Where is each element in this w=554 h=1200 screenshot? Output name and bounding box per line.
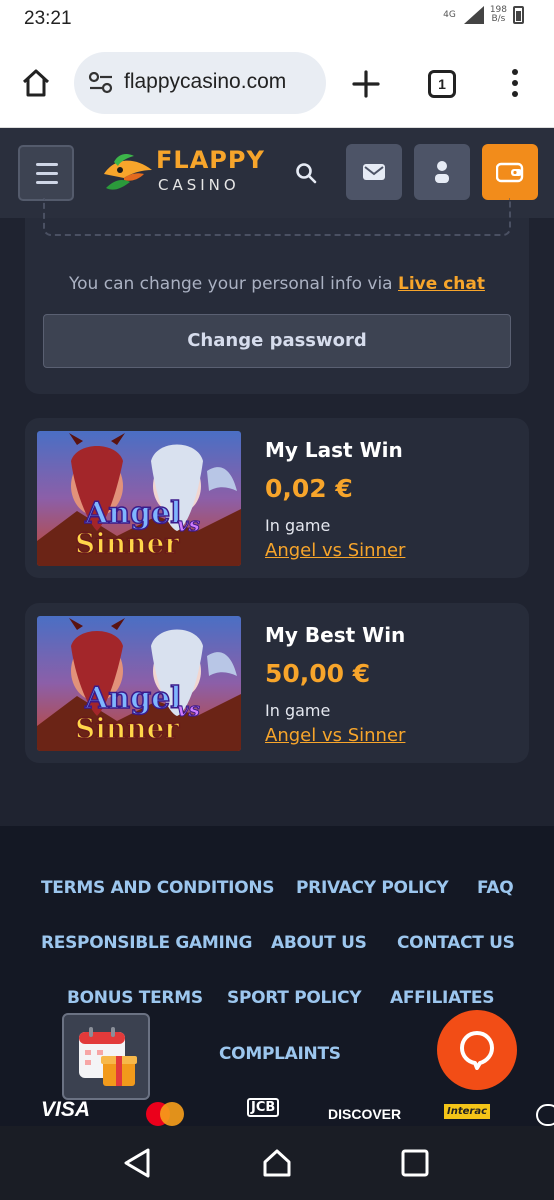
browser-toolbar: flappycasino.com 1	[0, 40, 554, 128]
game-thumbnail[interactable]: Angel vs Sinner	[37, 431, 241, 566]
thumb-title-sinner: Sinner	[75, 712, 180, 745]
profile-button[interactable]	[414, 144, 470, 200]
signal-icon	[462, 6, 484, 24]
win-title: My Last Win	[265, 438, 403, 462]
recents-icon[interactable]	[401, 1149, 429, 1177]
logo-subtitle: CASINO	[158, 176, 240, 194]
home-icon[interactable]	[20, 67, 52, 99]
interac-logo: Interac	[444, 1104, 491, 1119]
speed-unit: B/s	[491, 14, 506, 24]
support-chat-button[interactable]	[437, 1010, 517, 1090]
diners-club-logo	[536, 1104, 554, 1126]
user-icon	[435, 161, 449, 183]
mastercard-logo	[146, 1102, 186, 1126]
best-win-card: Angel vs Sinner My Best Win 50,00 € In g…	[25, 603, 529, 763]
footer-link-about[interactable]: ABOUT US	[271, 933, 367, 953]
casino-logo[interactable]: FLAPPY CASINO	[100, 146, 264, 202]
back-icon[interactable]	[122, 1147, 152, 1179]
mail-icon	[363, 164, 385, 180]
new-tab-icon[interactable]	[350, 68, 382, 100]
toucan-logo-icon	[104, 154, 152, 190]
footer-link-contact[interactable]: CONTACT US	[397, 933, 515, 953]
visa-logo: VISA	[41, 1098, 91, 1121]
win-amount: 50,00 €	[265, 659, 371, 688]
chat-bubble-icon	[460, 1031, 494, 1070]
url-bar[interactable]: flappycasino.com	[74, 52, 326, 114]
footer-link-affiliates[interactable]: AFFILIATES	[390, 988, 494, 1008]
win-amount: 0,02 €	[265, 474, 353, 503]
url-text: flappycasino.com	[124, 70, 287, 93]
angel-vs-sinner-art: Angel vs Sinner	[37, 431, 241, 566]
footer-link-sport-policy[interactable]: SPORT POLICY	[227, 988, 362, 1008]
info-field	[43, 198, 511, 236]
site-settings-icon[interactable]	[88, 72, 114, 94]
logo-title: FLAPPY	[156, 146, 265, 174]
footer-link-complaints[interactable]: COMPLAINTS	[219, 1044, 341, 1064]
tab-count: 1	[438, 76, 446, 92]
game-link[interactable]: Angel vs Sinner	[265, 540, 405, 561]
footer-link-faq[interactable]: FAQ	[477, 878, 514, 898]
bonus-calendar-button[interactable]	[62, 1013, 150, 1100]
site-footer: TERMS AND CONDITIONS PRIVACY POLICY FAQ …	[0, 826, 554, 1126]
network-label: 4G	[443, 10, 456, 20]
footer-link-terms[interactable]: TERMS AND CONDITIONS	[41, 878, 275, 898]
home-nav-icon[interactable]	[262, 1148, 292, 1178]
overflow-menu-icon[interactable]	[512, 69, 520, 97]
footer-link-responsible-gaming[interactable]: RESPONSIBLE GAMING	[41, 933, 252, 953]
last-win-card: Angel vs Sinner My Last Win 0,02 € In ga…	[25, 418, 529, 578]
thumb-title-sinner: Sinner	[75, 527, 180, 560]
angel-vs-sinner-art: Angel vs Sinner	[37, 616, 241, 751]
gift-calendar-icon	[79, 1027, 137, 1086]
status-time: 23:21	[24, 8, 72, 29]
in-game-label: In game	[265, 516, 331, 535]
live-chat-link[interactable]: Live chat	[398, 274, 485, 294]
speed-indicator: 198 B/s	[490, 6, 507, 24]
game-thumbnail[interactable]: Angel vs Sinner	[37, 616, 241, 751]
change-password-button[interactable]: Change password	[43, 314, 511, 368]
system-nav-bar	[0, 1126, 554, 1200]
in-game-label: In game	[265, 701, 331, 720]
jcb-logo: JCB	[247, 1098, 280, 1117]
discover-logo: DISCOVER	[328, 1106, 402, 1122]
thumb-title-angel: Angel	[84, 681, 182, 716]
thumb-title-angel: Angel	[84, 496, 182, 531]
wallet-icon	[496, 162, 524, 183]
win-title: My Best Win	[265, 623, 406, 647]
personal-info-panel: You can change your personal info via Li…	[25, 198, 529, 394]
battery-icon	[513, 6, 524, 24]
thumb-title-vs: vs	[177, 697, 200, 721]
tab-switcher-icon[interactable]: 1	[428, 70, 456, 98]
thumb-title-vs: vs	[177, 512, 200, 536]
game-link[interactable]: Angel vs Sinner	[265, 725, 405, 746]
change-info-text: You can change your personal info via	[69, 274, 393, 294]
footer-link-bonus-terms[interactable]: BONUS TERMS	[67, 988, 203, 1008]
messages-button[interactable]	[346, 144, 402, 200]
footer-link-privacy[interactable]: PRIVACY POLICY	[296, 878, 449, 898]
change-info-hint: You can change your personal info via Li…	[25, 274, 529, 294]
status-indicators: 4G 198 B/s	[443, 6, 524, 24]
menu-button[interactable]	[18, 145, 74, 201]
status-bar: 23:21 4G 198 B/s	[0, 0, 554, 40]
search-icon[interactable]	[294, 161, 318, 185]
wallet-button[interactable]	[482, 144, 538, 200]
